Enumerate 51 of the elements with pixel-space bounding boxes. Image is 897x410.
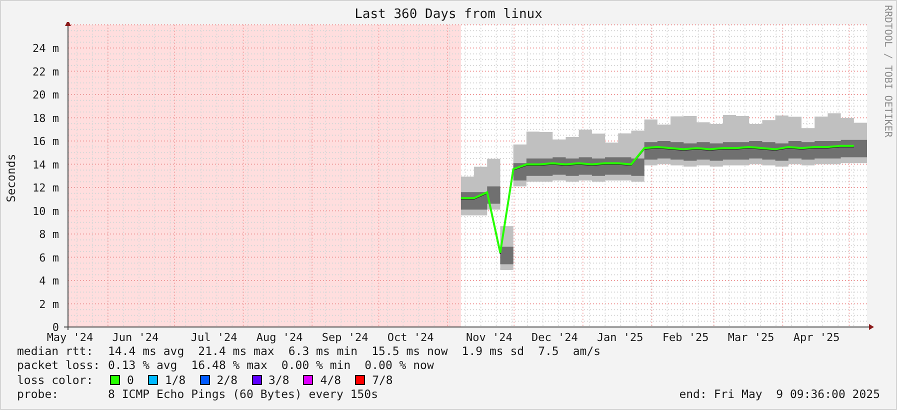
legend-value: 7.5 bbox=[538, 344, 559, 358]
x-tick-label: Mar '25 bbox=[728, 331, 774, 344]
x-tick-label: Apr '25 bbox=[793, 331, 840, 344]
end-time: end: Fri May 9 09:36:00 2025 bbox=[679, 386, 880, 402]
x-tick-label: Aug '24 bbox=[256, 331, 303, 344]
x-tick-label: Oct '24 bbox=[387, 331, 434, 344]
legend-value: 14.4 ms avg bbox=[108, 344, 184, 358]
y-tick-label: 14 m bbox=[32, 158, 59, 172]
legend-value: 16.48 % max bbox=[191, 358, 268, 373]
x-tick-label: Feb '25 bbox=[662, 331, 709, 344]
y-tick-label: 20 m bbox=[32, 88, 59, 102]
x-tick-label: Jun '24 bbox=[112, 331, 159, 344]
x-tick-label: Jul '24 bbox=[190, 331, 238, 344]
y-tick-label: 2 m bbox=[39, 298, 59, 311]
legend-value: 3/8 bbox=[268, 372, 290, 387]
legend-value: 6.3 ms min bbox=[288, 344, 358, 358]
x-tick-label: Sep '24 bbox=[322, 331, 368, 344]
legend-label: loss color: bbox=[17, 372, 94, 387]
legend-value: 7/8 bbox=[372, 372, 393, 387]
x-tick-label: Jan '25 bbox=[596, 331, 644, 344]
legend-value: 4/8 bbox=[320, 372, 342, 387]
y-tick-label: 22 m bbox=[32, 65, 59, 78]
legend-value: 1/8 bbox=[164, 372, 186, 387]
legend-value: 15.5 ms now bbox=[372, 344, 448, 358]
legend-value: 0.13 % avg bbox=[108, 358, 178, 373]
credit-text: RRDTOOL / TOBI OETIKER bbox=[881, 5, 893, 138]
x-tick-label: Nov '24 bbox=[466, 331, 512, 344]
x-tick-label: Dec '24 bbox=[531, 331, 578, 344]
legend-value: 0 bbox=[127, 372, 134, 387]
y-tick-label: 6 m bbox=[39, 251, 59, 264]
y-tick-label: 10 m bbox=[32, 204, 59, 218]
legend-label: probe: bbox=[17, 386, 60, 402]
chart-title: Last 360 Days from linux bbox=[354, 7, 542, 22]
y-tick-label: 0 bbox=[52, 321, 59, 334]
legend-label: median rtt: bbox=[17, 344, 94, 358]
y-tick-label: 16 m bbox=[32, 135, 59, 148]
y-tick-label: 12 m bbox=[32, 182, 59, 194]
legend-value: 1.9 ms sd bbox=[462, 344, 524, 358]
legend-value: 2/8 bbox=[216, 372, 238, 387]
y-tick-label: 24 m bbox=[32, 42, 59, 55]
legend-value: 0.00 % min bbox=[281, 358, 351, 373]
legend-value: 0.00 % now bbox=[364, 358, 434, 373]
y-tick-label: 4 m bbox=[39, 274, 59, 288]
legend-label: packet loss: bbox=[17, 358, 102, 373]
legend-value: 21.4 ms max bbox=[198, 344, 274, 358]
y-tick-label: 8 m bbox=[39, 228, 59, 241]
y-axis-title: Seconds bbox=[4, 154, 18, 202]
x-tick-label: May '24 bbox=[46, 331, 94, 344]
y-tick-label: 18 m bbox=[32, 112, 59, 125]
legend-value: am/s bbox=[572, 344, 601, 358]
probe-text: 8 ICMP Echo Pings (60 Bytes) every 150s bbox=[108, 386, 378, 402]
